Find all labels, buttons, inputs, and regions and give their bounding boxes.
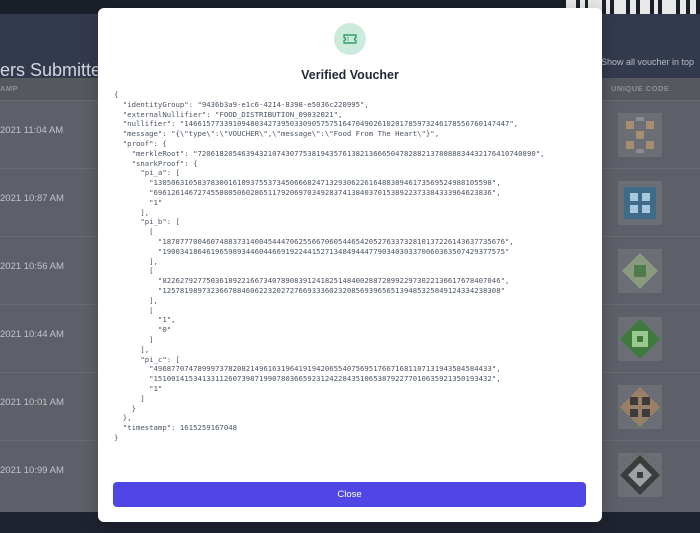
modal-title: Verified Voucher xyxy=(301,68,399,82)
modal-icon-badge xyxy=(334,23,366,55)
unique-code-icon xyxy=(618,113,662,157)
unique-code-icon xyxy=(618,317,662,361)
unique-code-icon xyxy=(618,385,662,429)
row-timestamp: 2021 10:44 AM xyxy=(0,329,64,340)
row-timestamp: 2021 10:99 AM xyxy=(0,465,64,476)
unique-code-icon xyxy=(618,453,662,497)
verified-voucher-modal: Verified Voucher { "identityGroup": "943… xyxy=(98,8,602,522)
column-header-date: AMP xyxy=(0,84,19,93)
close-button[interactable]: Close xyxy=(113,482,586,507)
column-header-unique-code: UNIQUE CODE xyxy=(611,84,670,93)
row-timestamp: 2021 10:87 AM xyxy=(0,193,64,204)
voucher-json: { "identityGroup": "9436b3a9-e1c6-4214-8… xyxy=(114,90,545,442)
unique-code-icon xyxy=(618,249,662,293)
row-timestamp: 2021 11:04 AM xyxy=(0,125,64,136)
row-timestamp: 2021 10:56 AM xyxy=(0,261,64,272)
row-timestamp: 2021 10:01 AM xyxy=(0,397,64,408)
show-all-link[interactable]: Show all voucher in top xyxy=(601,57,694,67)
ticket-icon xyxy=(343,34,357,44)
unique-code-icon xyxy=(618,181,662,225)
